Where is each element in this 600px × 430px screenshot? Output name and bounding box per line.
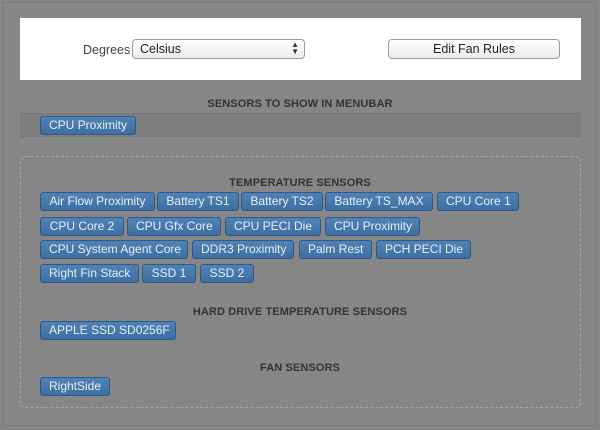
sensor-chip[interactable]: Right Fin Stack (40, 264, 139, 283)
fan-sensor-chip[interactable]: RightSide (40, 377, 110, 396)
sensor-chip[interactable]: Palm Rest (299, 240, 372, 259)
hard-drive-heading: HARD DRIVE TEMPERATURE SENSORS (192, 306, 408, 318)
select-arrows-icon: ▲ ▼ (291, 40, 299, 56)
sensor-chip[interactable]: CPU Gfx Core (127, 217, 221, 236)
menubar-heading: SENSORS TO SHOW IN MENUBAR (207, 98, 393, 110)
sensor-chip[interactable]: CPU Core 2 (40, 217, 124, 236)
sensor-chip[interactable]: CPU System Agent Core (40, 240, 188, 259)
sensor-chip[interactable]: Battery TS2 (241, 192, 323, 211)
menubar-sensor-chip[interactable]: CPU Proximity (40, 116, 137, 135)
sensor-chip[interactable]: Battery TS_MAX (325, 192, 433, 211)
sensor-chip[interactable]: Air Flow Proximity (40, 192, 155, 211)
edit-fan-rules-button[interactable]: Edit Fan Rules (388, 39, 560, 59)
temperature-heading: TEMPERATURE SENSORS (229, 177, 371, 189)
sensor-chip[interactable]: SSD 1 (142, 264, 196, 283)
sensor-chip[interactable]: CPU Core 1 (437, 192, 519, 211)
fan-heading: FAN SENSORS (260, 362, 340, 374)
sensor-chip[interactable]: Battery TS1 (157, 192, 239, 211)
degrees-select[interactable]: Celsius ▲ ▼ (132, 39, 305, 59)
degrees-label: Degrees (83, 43, 131, 57)
degrees-value: Celsius (140, 42, 181, 56)
sensor-chip[interactable]: DDR3 Proximity (192, 240, 294, 259)
sensor-chip[interactable]: CPU PECI Die (225, 217, 321, 236)
sensor-chip[interactable]: CPU Proximity (325, 217, 420, 236)
sensor-chip[interactable]: PCH PECI Die (376, 240, 471, 259)
hard-drive-sensor-chip[interactable]: APPLE SSD SD0256F (40, 321, 176, 340)
sensor-chip[interactable]: SSD 2 (200, 264, 254, 283)
